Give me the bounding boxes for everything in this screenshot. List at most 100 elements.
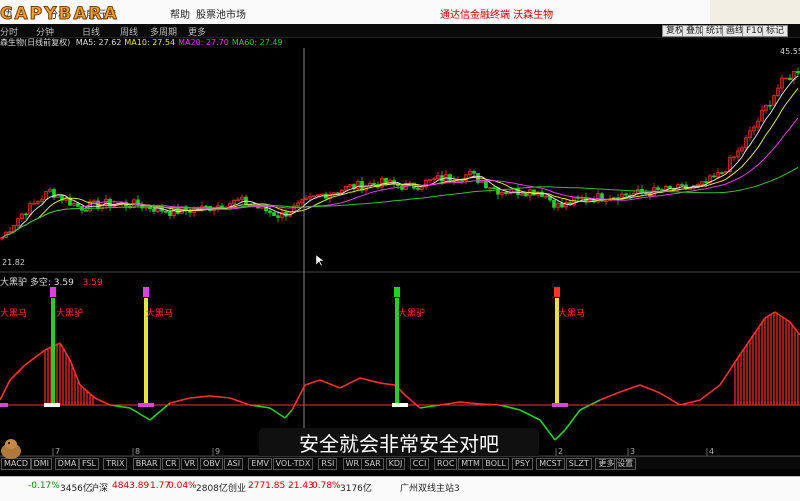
candle	[520, 193, 524, 196]
tab-vol-tdx[interactable]: VOL-TDX	[272, 458, 314, 470]
zero-marker	[138, 403, 154, 407]
candle	[788, 77, 792, 81]
tab-brar[interactable]: BRAR	[132, 458, 161, 470]
indicator-line	[639, 384, 661, 394]
status-item-1: 3456亿	[60, 484, 92, 494]
ma10-line	[1, 88, 799, 239]
signal-label: 大黑马	[558, 309, 586, 319]
status-item-12: 广州双线主站3	[400, 484, 460, 494]
price-high-label: 45.55	[780, 47, 800, 56]
tab-psy[interactable]: PSY	[512, 458, 533, 470]
tab-mcst[interactable]: MCST	[536, 458, 565, 470]
tab-kdj[interactable]: KDJ	[385, 458, 406, 470]
tab-wr[interactable]: WR	[342, 458, 363, 470]
indicator-line	[229, 397, 251, 406]
indicator-line	[94, 397, 111, 406]
indicator-line	[304, 379, 321, 386]
tab-sar[interactable]: SAR	[361, 458, 384, 470]
indicator-line	[734, 339, 751, 363]
indicator-line	[554, 429, 566, 441]
cursor-icon	[315, 254, 325, 267]
indicator-line	[499, 404, 521, 411]
ma20-line	[1, 117, 799, 239]
status-item-9: 21.43	[288, 481, 314, 491]
candle	[164, 210, 168, 213]
indicator-line	[291, 384, 306, 411]
candle	[492, 187, 496, 190]
tab-mtm[interactable]: MTM	[458, 458, 483, 470]
tab-asi[interactable]: ASI	[224, 458, 244, 470]
signal-label: 大黑驴	[56, 309, 84, 319]
candle	[524, 193, 528, 197]
candle	[656, 187, 660, 190]
tab-boll[interactable]: BOLL	[482, 458, 509, 470]
tab-trix[interactable]: TRIX	[103, 458, 128, 470]
ma5-line	[1, 75, 799, 239]
tab-slzt[interactable]: SLZT	[565, 458, 592, 470]
indicator-line	[209, 395, 231, 399]
indicator-title: 大黑驴 多空: 3.59 3.59	[0, 278, 103, 288]
tab-obv[interactable]: OBV	[200, 458, 224, 470]
xaxis-label: 7	[55, 447, 61, 456]
indicator-line	[0, 379, 11, 401]
candle	[484, 180, 488, 189]
signal-label: 大黑马	[0, 309, 28, 319]
indicator-line	[339, 377, 361, 389]
status-item-11: 3176亿	[340, 484, 372, 494]
indicator-line	[619, 384, 641, 393]
xaxis-label: 2	[558, 447, 564, 456]
candle	[416, 187, 420, 190]
status-item-0: -0.17%	[28, 481, 60, 491]
candle	[76, 203, 80, 207]
indicator-line	[699, 384, 721, 401]
candle	[372, 182, 376, 185]
indicator-line	[459, 401, 481, 405]
signal-bar	[51, 298, 55, 403]
candle	[24, 213, 28, 216]
price-low-label: 21.82	[2, 258, 25, 267]
candle	[472, 171, 476, 174]
tab-dma[interactable]: DMA	[54, 458, 80, 470]
candle	[704, 181, 708, 184]
indicator-line	[519, 409, 541, 421]
candle	[516, 187, 520, 195]
signal-bar-tip	[554, 287, 560, 297]
indicator-line	[189, 395, 211, 399]
indicator-line	[539, 419, 556, 441]
indicator-line	[269, 407, 286, 419]
candle	[460, 180, 464, 182]
candle	[720, 172, 724, 174]
indicator-line	[379, 382, 396, 386]
tab-dmi[interactable]: DMI	[30, 458, 53, 470]
indicator-line	[749, 317, 766, 341]
status-item-5: 0.04%	[168, 481, 197, 491]
candle	[168, 211, 172, 216]
candle	[272, 212, 276, 217]
tab-fsl[interactable]: FSL	[79, 458, 99, 470]
tab-vr[interactable]: VR	[181, 458, 199, 470]
candle	[152, 208, 156, 212]
indicator-line	[59, 342, 71, 361]
xaxis-label: 3	[630, 447, 636, 456]
tab-cr[interactable]: CR	[162, 458, 180, 470]
indicator-line	[284, 409, 293, 419]
candle	[336, 192, 340, 195]
signal-label: 大黑驴	[398, 309, 426, 319]
tab-roc[interactable]: ROC	[434, 458, 458, 470]
candle	[796, 70, 800, 74]
candle	[268, 210, 272, 213]
status-item-3: 4843.89	[112, 481, 150, 491]
candle	[668, 186, 672, 189]
signal-bar-tip	[394, 287, 400, 297]
candle	[392, 180, 396, 185]
tab-设置[interactable]: 设置	[614, 458, 637, 470]
signal-bar-tip	[143, 287, 149, 297]
candle	[560, 202, 564, 208]
status-item-10: 0.78%	[312, 481, 341, 491]
tab-emv[interactable]: EMV	[248, 458, 272, 470]
indicator-line	[719, 361, 736, 386]
tab-rsi[interactable]: RSI	[318, 458, 338, 470]
tab-cci[interactable]: CCI	[409, 458, 430, 470]
kline-chart[interactable]	[0, 0, 800, 500]
candle	[712, 175, 716, 178]
